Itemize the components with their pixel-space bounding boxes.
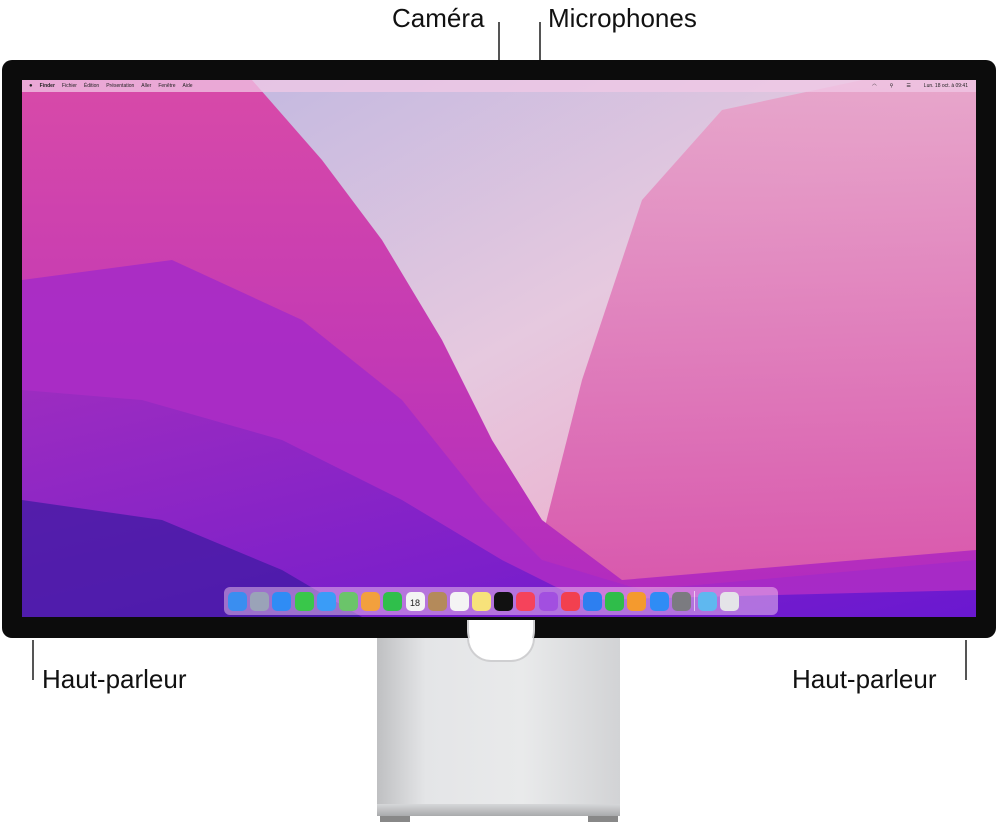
- dock-separator: [693, 591, 695, 611]
- menu-presentation[interactable]: Présentation: [106, 83, 134, 89]
- dock-trash-icon[interactable]: [720, 591, 740, 611]
- microphones-callout-line: [539, 22, 541, 62]
- right-speaker-label: Haut-parleur: [792, 664, 937, 694]
- dock-notes-icon[interactable]: [472, 591, 492, 611]
- dock-calendar-icon[interactable]: 18: [405, 591, 425, 611]
- dock-music-icon[interactable]: [516, 591, 536, 611]
- menu-edition[interactable]: Édition: [84, 83, 99, 89]
- menu-aller[interactable]: Aller: [141, 83, 151, 89]
- dock-photos-icon[interactable]: [361, 591, 381, 611]
- dock-app-store-icon[interactable]: [649, 591, 669, 611]
- stand-foot: [380, 816, 410, 822]
- dock-safari-icon[interactable]: [272, 591, 292, 611]
- microphones-label: Microphones: [548, 3, 697, 33]
- dock-podcasts-icon[interactable]: [538, 591, 558, 611]
- camera-callout-line: [498, 22, 500, 62]
- dock-maps-icon[interactable]: [338, 591, 358, 611]
- desktop-screen: ● Finder Fichier Édition Présentation Al…: [22, 80, 976, 617]
- apple-menu-icon[interactable]: ●: [29, 83, 33, 89]
- dock-pages-icon[interactable]: [627, 591, 647, 611]
- dock-contacts-icon[interactable]: [427, 591, 447, 611]
- menu-fichier[interactable]: Fichier: [62, 83, 77, 89]
- left-speaker-label: Haut-parleur: [42, 664, 187, 694]
- dock-numbers-icon[interactable]: [605, 591, 625, 611]
- dock-mail-icon[interactable]: [316, 591, 336, 611]
- wifi-icon[interactable]: ◠: [872, 83, 876, 89]
- stand-foot: [588, 816, 618, 822]
- dock-keynote-icon[interactable]: [583, 591, 602, 611]
- search-icon[interactable]: ⚲: [890, 83, 894, 89]
- right-speaker-callout-line: [965, 640, 967, 680]
- dock-finder-icon[interactable]: [228, 591, 247, 611]
- dock-launchpad-icon[interactable]: [250, 591, 270, 611]
- dock-reminders-icon[interactable]: [449, 591, 469, 611]
- menu-fenetre[interactable]: Fenêtre: [158, 83, 175, 89]
- left-speaker-callout-line: [32, 640, 34, 680]
- menu-clock[interactable]: Lun. 18 oct. à 09:41: [924, 83, 968, 89]
- dock-news-icon[interactable]: [560, 591, 580, 611]
- dock-downloads-icon[interactable]: [698, 591, 718, 611]
- stand-base: [377, 804, 620, 816]
- camera-label: Caméra: [392, 3, 485, 33]
- dock-messages-icon[interactable]: [294, 591, 314, 611]
- menu-finder[interactable]: Finder: [40, 83, 55, 89]
- menu-bar: ● Finder Fichier Édition Présentation Al…: [22, 80, 976, 92]
- control-center-icon[interactable]: ☰: [906, 83, 910, 89]
- display-stand: [377, 638, 620, 815]
- menu-aide[interactable]: Aide: [183, 83, 193, 89]
- dock-system-preferences-icon[interactable]: [671, 591, 691, 611]
- dock-facetime-icon[interactable]: [383, 591, 403, 611]
- dock-tv-icon[interactable]: [494, 591, 514, 611]
- wallpaper: [22, 80, 976, 617]
- dock: 18: [224, 587, 778, 615]
